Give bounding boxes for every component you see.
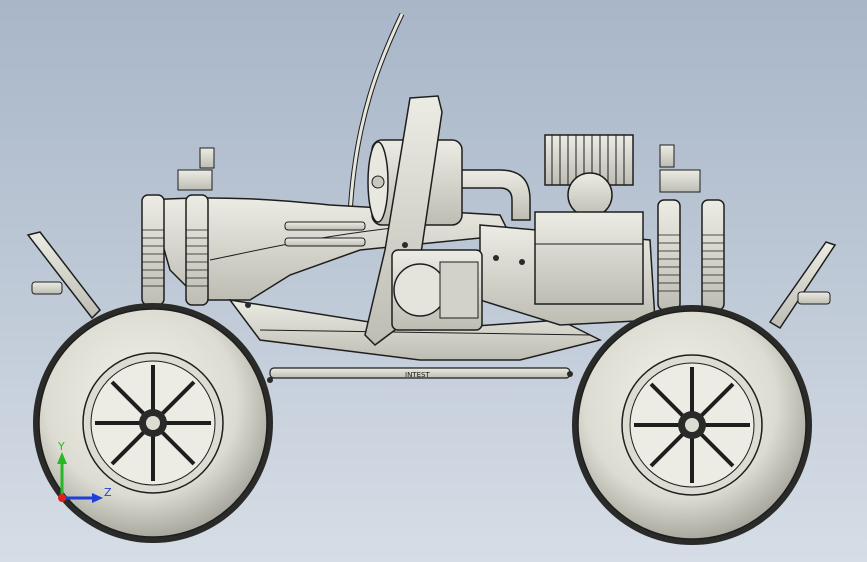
- y-axis-label: Y: [57, 440, 65, 453]
- z-axis-label: Z: [104, 486, 112, 499]
- x-axis-arrow: [58, 494, 66, 502]
- cad-viewport[interactable]: INTEST Y Z: [0, 0, 867, 562]
- coordinate-triad: Y Z: [57, 440, 112, 503]
